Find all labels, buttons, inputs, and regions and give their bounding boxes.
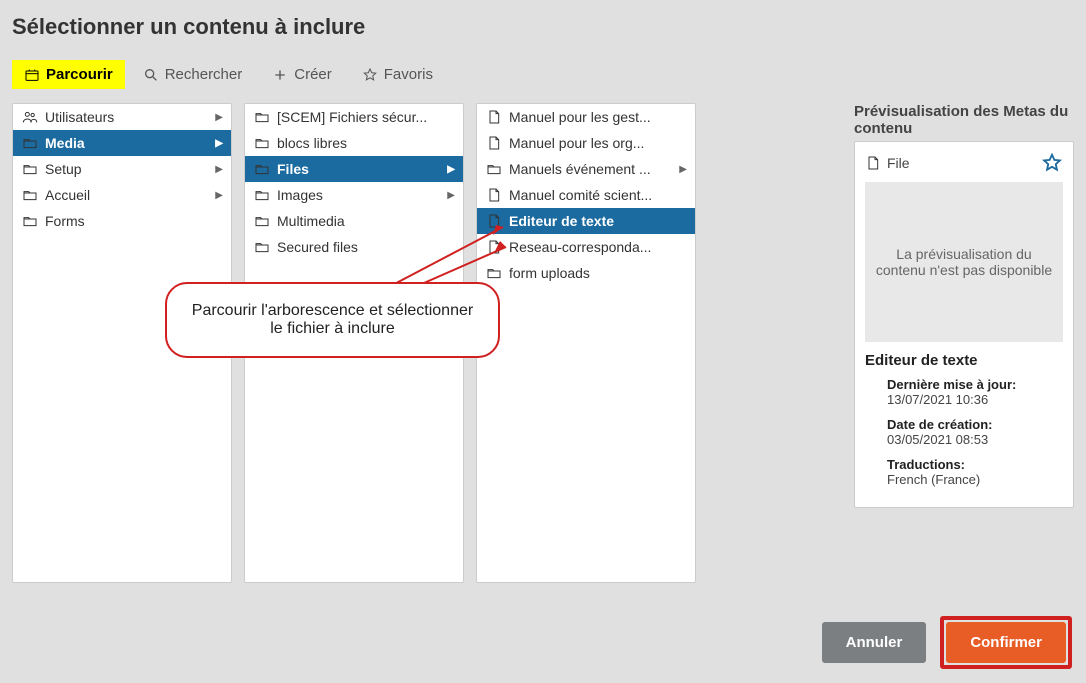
tree-item-label: form uploads [509,265,687,281]
file-icon [485,109,503,125]
folder-icon [21,213,39,229]
tab-create[interactable]: Créer [260,60,344,89]
tree-item-label: Manuel comité scient... [509,187,687,203]
tree-item[interactable]: blocs libres [245,130,463,156]
preview-heading: Prévisualisation des Metas du contenu [854,103,1074,137]
preview-panel: Prévisualisation des Metas du contenu Fi… [854,103,1074,583]
folder-icon [253,161,271,177]
column-3: Manuel pour les gest... Manuel pour les o… [476,103,696,583]
tab-label: Créer [294,66,332,83]
folder-icon [21,135,39,151]
meta-translations-label: Traductions: [887,457,1063,472]
meta-updated-value: 13/07/2021 10:36 [887,392,1063,407]
tree-item[interactable]: Files▶ [245,156,463,182]
tree-item[interactable]: Forms [13,208,231,234]
tree-item[interactable]: Manuel comité scient... [477,182,695,208]
confirm-highlight: Confirmer [940,616,1072,669]
preview-file-type-label: File [887,155,910,171]
folder-icon [253,213,271,229]
tree-item-label: Editeur de texte [509,213,687,229]
tree-item-label: Manuel pour les org... [509,135,687,151]
cancel-button[interactable]: Annuler [822,622,927,663]
tab-favorites[interactable]: Favoris [350,60,445,89]
chevron-right-icon: ▶ [215,138,223,149]
file-icon [865,155,881,171]
preview-file-type: File [865,155,910,171]
meta-updated-label: Dernière mise à jour: [887,377,1063,392]
plus-icon [272,67,288,83]
browse-icon [24,67,40,83]
folder-icon [253,135,271,151]
tree-item[interactable]: [SCEM] Fichiers sécur... [245,104,463,130]
tree-item-label: blocs libres [277,135,455,151]
tree-item-label: Files [277,161,447,177]
meta-created-label: Date de création: [887,417,1063,432]
confirm-button[interactable]: Confirmer [946,622,1066,663]
chevron-right-icon: ▶ [215,112,223,123]
tree-item-label: Manuels événement ... [509,161,679,177]
folder-icon [485,161,503,177]
tab-label: Favoris [384,66,433,83]
tree-item[interactable]: Manuel pour les org... [477,130,695,156]
folder-icon [253,187,271,203]
tabs: Parcourir Rechercher Créer Favoris [0,60,1086,89]
meta-translations-value: French (France) [887,472,1063,487]
tree-item-label: Reseau-corresponda... [509,239,687,255]
star-icon [362,67,378,83]
chevron-right-icon: ▶ [447,164,455,175]
users-icon [21,109,39,125]
chevron-right-icon: ▶ [215,164,223,175]
tab-label: Rechercher [165,66,243,83]
tree-item[interactable]: Media▶ [13,130,231,156]
tree-item[interactable]: Setup▶ [13,156,231,182]
tab-label: Parcourir [46,66,113,83]
file-icon [485,187,503,203]
search-icon [143,67,159,83]
chevron-right-icon: ▶ [679,164,687,175]
tree-item[interactable]: Utilisateurs▶ [13,104,231,130]
tab-search[interactable]: Rechercher [131,60,255,89]
file-icon [485,135,503,151]
tree-item[interactable]: Manuels événement ...▶ [477,156,695,182]
preview-thumbnail: La prévisualisation du contenu n'est pas… [865,182,1063,342]
chevron-right-icon: ▶ [215,190,223,201]
tab-browse[interactable]: Parcourir [12,60,125,89]
tree-item-label: Forms [45,213,223,229]
folder-icon [253,239,271,255]
meta-created-value: 03/05/2021 08:53 [887,432,1063,447]
tree-item-label: Images [277,187,447,203]
folder-icon [21,187,39,203]
tree-item-label: Manuel pour les gest... [509,109,687,125]
dialog-title: Sélectionner un contenu à inclure [0,0,1086,60]
tree-item-label: Utilisateurs [45,109,215,125]
tree-item-label: Accueil [45,187,215,203]
tree-item-label: [SCEM] Fichiers sécur... [277,109,455,125]
chevron-right-icon: ▶ [447,190,455,201]
tree-item[interactable]: Manuel pour les gest... [477,104,695,130]
favorite-star-icon[interactable] [1041,152,1063,174]
instruction-callout: Parcourir l'arborescence et sélectionner… [165,282,500,358]
tree-item[interactable]: Images▶ [245,182,463,208]
tree-item-label: Media [45,135,215,151]
tree-item-label: Setup [45,161,215,177]
folder-icon [253,109,271,125]
folder-icon [21,161,39,177]
preview-content-name: Editeur de texte [865,352,1063,369]
tree-item[interactable]: Accueil▶ [13,182,231,208]
